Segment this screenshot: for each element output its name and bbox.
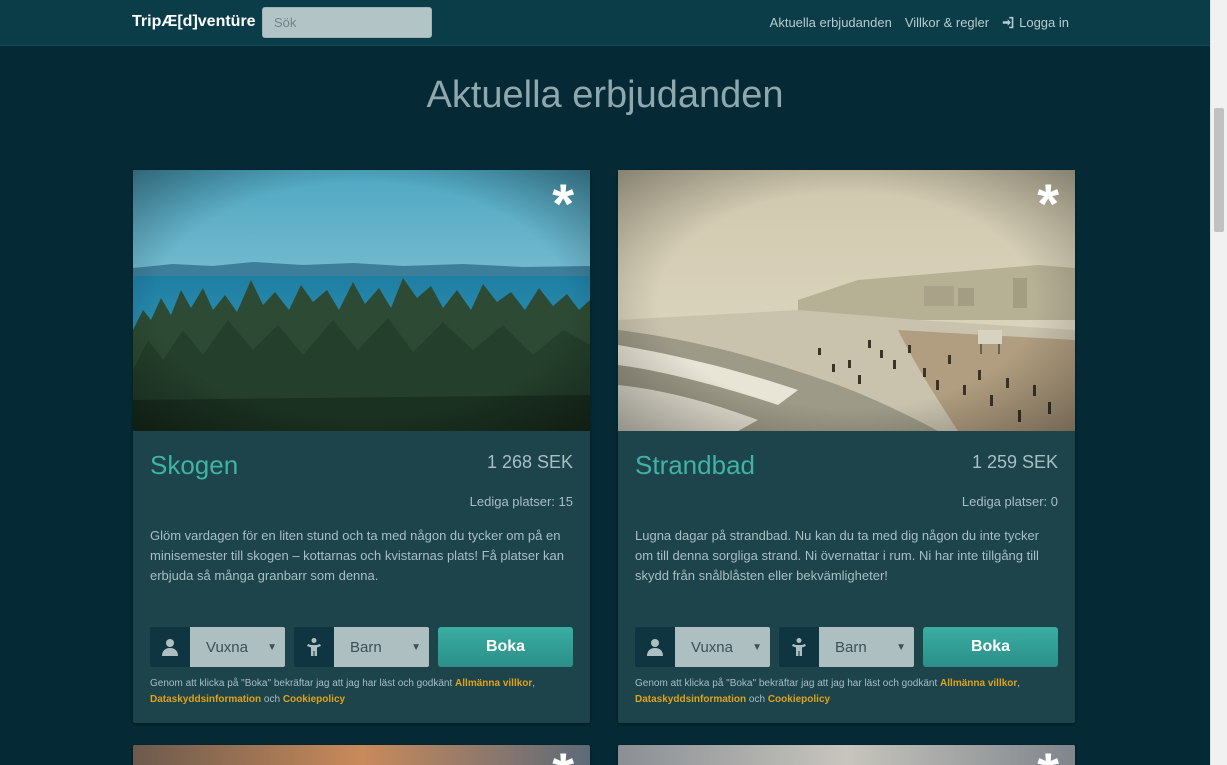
legal-and: och (748, 694, 766, 705)
legal-comma: , (532, 678, 536, 689)
booking-row: Vuxna ▼ Barn ▼ Boka (150, 627, 573, 667)
cookie-link[interactable]: Cookiepolicy (283, 694, 345, 705)
login-link[interactable]: Logga in (1002, 15, 1069, 30)
adults-select[interactable]: Vuxna ▼ (675, 627, 770, 667)
offer-description: Glöm vardagen för en liten stund och ta … (150, 528, 565, 583)
chevron-down-icon: ▼ (411, 641, 421, 653)
navbar: TripÆ[d]ventüre Aktuella erbjudanden Vil… (0, 0, 1210, 46)
legal-notice: Genom att klicka på "Boka" bekräftar jag… (635, 676, 1055, 708)
privacy-link[interactable]: Dataskyddsinformation (635, 694, 746, 705)
forest-lake-image: * (133, 170, 590, 431)
adults-select-value: Vuxna (206, 638, 248, 656)
offer-seats: Lediga platser: 0 (961, 494, 1058, 509)
offer-card-skogen: * Skogen 1 268 SEK Lediga platser: 15 Gl… (133, 170, 590, 723)
nav-link-offers[interactable]: Aktuella erbjudanden (770, 15, 892, 30)
legal-notice: Genom att klicka på "Boka" bekräftar jag… (150, 676, 570, 708)
login-label: Logga in (1019, 15, 1069, 30)
adults-select-group: Vuxna ▼ (150, 627, 285, 667)
children-select-value: Barn (835, 638, 867, 656)
chevron-down-icon: ▼ (752, 641, 762, 653)
child-icon (779, 627, 819, 667)
user-icon (150, 627, 190, 667)
search-input[interactable] (262, 7, 432, 38)
legal-text: Genom att klicka på "Boka" bekräftar jag… (635, 678, 938, 689)
page-scrollbar[interactable] (1210, 0, 1227, 765)
offer-price: 1 259 SEK (971, 452, 1058, 472)
offer-card-strandbad: * Strandbad 1 259 SEK Lediga platser: 0 … (618, 170, 1075, 723)
offer-seats: Lediga platser: 15 (469, 494, 573, 509)
terms-link[interactable]: Allmänna villkor (455, 678, 532, 689)
booking-row: Vuxna ▼ Barn ▼ Boka (635, 627, 1058, 667)
offer-card-next-left: * (133, 745, 590, 765)
page-title: Aktuella erbjudanden (426, 74, 784, 116)
beach-image: * (618, 170, 1075, 431)
children-select-value: Barn (350, 638, 382, 656)
book-button[interactable]: Boka (923, 627, 1058, 667)
cloudy-image-art (618, 745, 1075, 765)
featured-asterisk-icon: * (552, 745, 574, 765)
child-icon (294, 627, 334, 667)
adults-select-value: Vuxna (691, 638, 733, 656)
offer-description: Lugna dagar på strandbad. Nu kan du ta m… (635, 528, 1040, 583)
user-icon (635, 627, 675, 667)
legal-text: Genom att klicka på "Boka" bekräftar jag… (150, 678, 453, 689)
offer-title: Strandbad (635, 450, 755, 480)
adults-select[interactable]: Vuxna ▼ (190, 627, 285, 667)
brand-logo[interactable]: TripÆ[d]ventüre (132, 13, 256, 31)
chevron-down-icon: ▼ (896, 641, 906, 653)
children-select[interactable]: Barn ▼ (819, 627, 914, 667)
legal-and: och (263, 694, 281, 705)
nav-link-terms[interactable]: Villkor & regler (905, 15, 989, 30)
book-button[interactable]: Boka (438, 627, 573, 667)
sunset-image-art (133, 745, 590, 765)
children-select-group: Barn ▼ (294, 627, 429, 667)
nav-links: Aktuella erbjudanden Villkor & regler Lo… (770, 15, 1069, 30)
offer-card-next-right: * (618, 745, 1075, 765)
children-select-group: Barn ▼ (779, 627, 914, 667)
adults-select-group: Vuxna ▼ (635, 627, 770, 667)
featured-asterisk-icon: * (1037, 745, 1059, 765)
chevron-down-icon: ▼ (267, 641, 277, 653)
children-select[interactable]: Barn ▼ (334, 627, 429, 667)
scrollbar-thumb[interactable] (1214, 108, 1224, 232)
forest-image-art (133, 170, 590, 431)
offer-price: 1 268 SEK (486, 452, 573, 472)
featured-asterisk-icon: * (552, 172, 574, 235)
featured-asterisk-icon: * (1037, 172, 1059, 235)
terms-link[interactable]: Allmänna villkor (940, 678, 1017, 689)
legal-comma: , (1017, 678, 1021, 689)
offer-title: Skogen (150, 450, 239, 480)
privacy-link[interactable]: Dataskyddsinformation (150, 694, 261, 705)
cookie-link[interactable]: Cookiepolicy (768, 694, 830, 705)
beach-image-art (618, 170, 1075, 431)
sign-in-icon (1002, 16, 1014, 29)
